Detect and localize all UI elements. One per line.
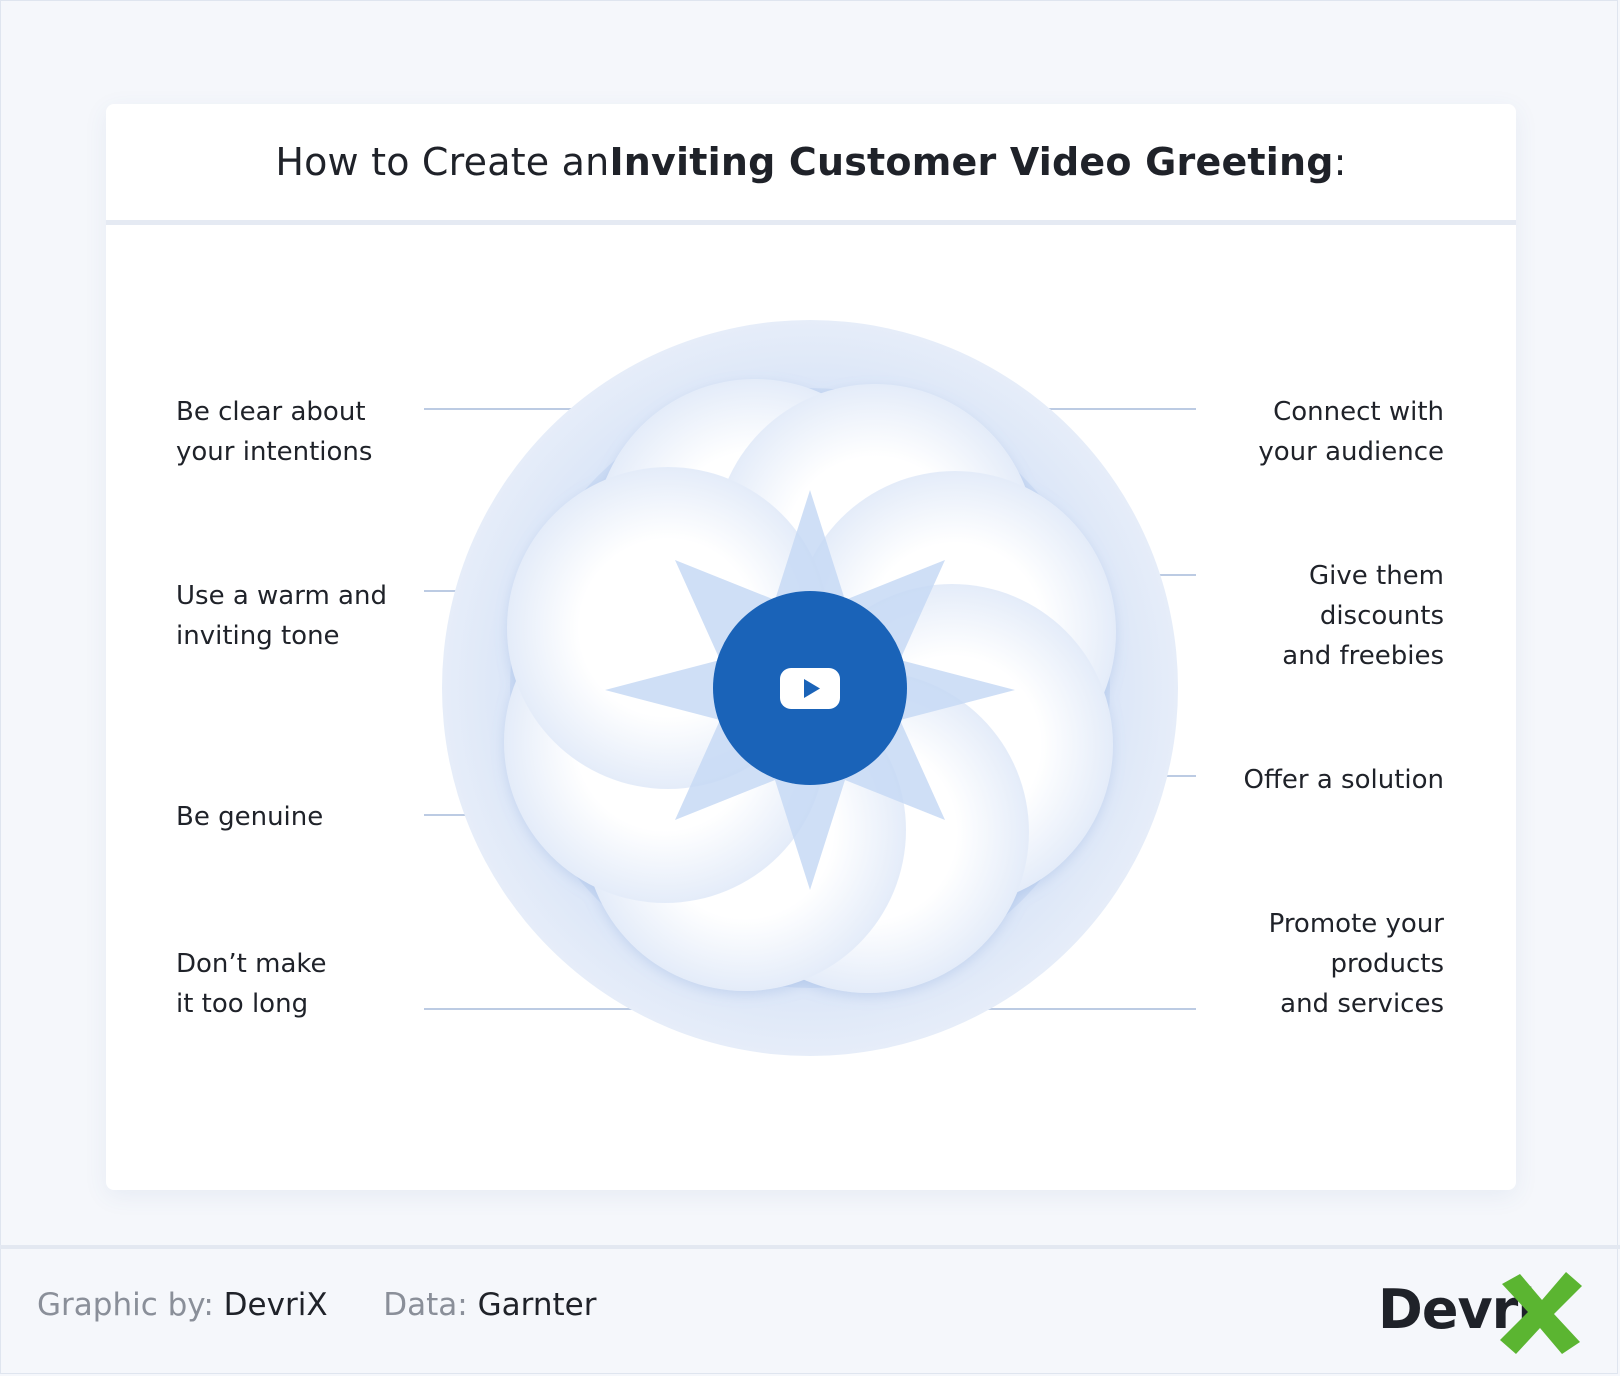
tip-be-clear: Be clear about your intentions	[176, 397, 373, 467]
tip-warm-tone: Use a warm and inviting tone	[176, 581, 387, 651]
tip-be-genuine: Be genuine	[176, 802, 324, 832]
footer-divider	[0, 1245, 1620, 1249]
tip-promote: Promote your products and services	[1268, 909, 1444, 1019]
graphic-by-label: Graphic by:	[37, 1287, 214, 1323]
data-value: Garnter	[477, 1287, 597, 1323]
footer-credits: Graphic by: DevriX Data: Garnter	[37, 1287, 596, 1323]
flower-diagram	[424, 320, 1196, 1056]
data-label: Data:	[383, 1287, 468, 1323]
graphic-by-value: DevriX	[223, 1287, 328, 1323]
tip-discounts: Give them discounts and freebies	[1282, 561, 1444, 671]
devrix-logo: Devri	[1378, 1270, 1583, 1356]
tip-offer-solution: Offer a solution	[1243, 765, 1444, 795]
tip-not-too-long: Don’t make it too long	[176, 949, 327, 1019]
tip-connect-audience: Connect with your audience	[1258, 397, 1444, 467]
play-video-icon	[780, 668, 840, 709]
logo-x-icon	[1500, 1272, 1582, 1354]
